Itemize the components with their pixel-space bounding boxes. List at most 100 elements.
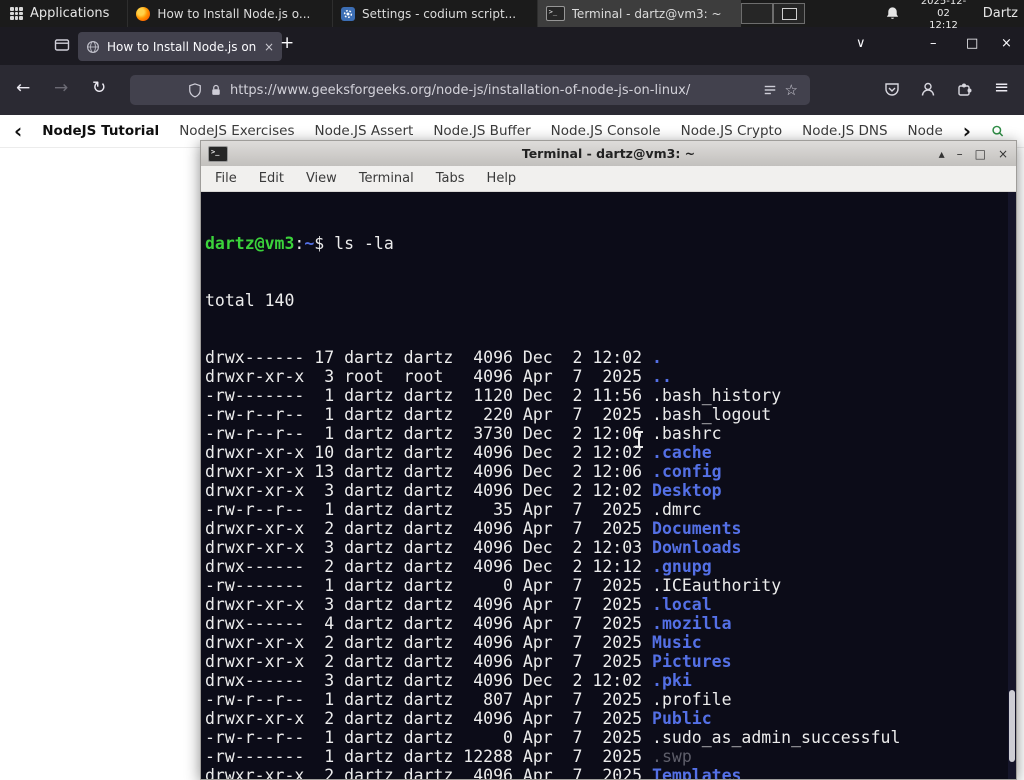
terminal-line: drwx------ 17 dartz dartz 4096 Dec 2 12:… xyxy=(205,348,1016,367)
firefox-view-icon xyxy=(54,39,70,51)
terminal-line: drwxr-xr-x 3 dartz dartz 4096 Apr 7 2025… xyxy=(205,595,1016,614)
file-meta: drwx------ 17 dartz dartz 4096 Dec 2 12:… xyxy=(205,348,653,367)
site-nav-item[interactable]: Node.JS Crypto xyxy=(681,123,782,139)
terminal-line: drwxr-xr-x 3 dartz dartz 4096 Dec 2 12:0… xyxy=(205,538,1016,557)
window-close-button[interactable]: × xyxy=(1001,36,1012,51)
terminal-screen[interactable]: dartz@vm3:~$ ls -la total 140 drwx------… xyxy=(201,192,1016,779)
terminal-line: -rw-r--r-- 1 dartz dartz 3730 Dec 2 12:0… xyxy=(205,424,1016,443)
file-name: .gnupg xyxy=(652,557,712,576)
browser-tab[interactable]: How to Install Node.js on × xyxy=(78,32,282,61)
terminal-shade-button[interactable]: ▴ xyxy=(939,147,945,161)
tab-close-button[interactable]: × xyxy=(264,40,274,54)
file-meta: drwxr-xr-x 3 dartz dartz 4096 Apr 7 2025 xyxy=(205,595,653,614)
site-nav-item[interactable]: Node.JS Buffer xyxy=(433,123,530,139)
file-meta: drwx------ 4 dartz dartz 4096 Apr 7 2025 xyxy=(205,614,653,633)
workspace-1[interactable] xyxy=(741,3,774,24)
bookmark-star-icon[interactable]: ☆ xyxy=(785,81,798,99)
file-name: .bash_logout xyxy=(652,405,772,424)
firefox-view-button[interactable] xyxy=(54,37,70,57)
terminal-menu-item[interactable]: Tabs xyxy=(436,171,465,186)
file-name: .bash_history xyxy=(652,386,782,405)
reader-mode-icon[interactable] xyxy=(763,83,777,97)
file-meta: -rw------- 1 dartz dartz 1120 Dec 2 11:5… xyxy=(205,386,653,405)
file-name: Pictures xyxy=(652,652,732,671)
terminal-total-line: total 140 xyxy=(205,291,295,310)
terminal-minimize-button[interactable]: – xyxy=(957,147,963,161)
site-nav-item[interactable]: Node.JS Console xyxy=(551,123,661,139)
terminal-line: drwx------ 2 dartz dartz 4096 Dec 2 12:1… xyxy=(205,557,1016,576)
file-name: .cache xyxy=(652,443,712,462)
terminal-menu-item[interactable]: File xyxy=(215,171,237,186)
chevron-right-icon[interactable]: › xyxy=(963,121,971,141)
terminal-scrollbar-thumb[interactable] xyxy=(1009,690,1015,762)
workspace-window-thumbnail xyxy=(782,8,798,20)
file-name: Downloads xyxy=(652,538,742,557)
panel-clock[interactable]: 2025-12-02 12:12 xyxy=(916,0,971,31)
terminal-line: -rw-r--r-- 1 dartz dartz 807 Apr 7 2025 … xyxy=(205,690,1016,709)
file-name: .bashrc xyxy=(652,424,722,443)
file-name: .. xyxy=(652,367,672,386)
workspace-switcher[interactable] xyxy=(741,3,806,24)
reload-button[interactable]: ↻ xyxy=(92,78,106,98)
url-text[interactable]: https://www.geeksforgeeks.org/node-js/in… xyxy=(230,83,755,98)
terminal-scrollbar[interactable] xyxy=(1008,192,1016,779)
site-nav-item[interactable]: Node.JS DNS xyxy=(802,123,887,139)
taskbar-button-settings[interactable]: Settings - codium script... xyxy=(332,0,537,27)
terminal-menu-item[interactable]: Edit xyxy=(259,171,284,186)
browser-tab-bar: How to Install Node.js on × + ∨ – □ × xyxy=(0,27,1024,65)
pocket-save-button[interactable] xyxy=(884,81,900,101)
file-name: .profile xyxy=(652,690,732,709)
app-menu-button[interactable]: ≡ xyxy=(994,77,1009,98)
notifications-button[interactable] xyxy=(885,0,900,27)
extensions-button[interactable] xyxy=(956,81,972,101)
taskbar-button-firefox[interactable]: How to Install Node.js o... xyxy=(127,0,332,27)
workspace-2[interactable] xyxy=(773,3,806,24)
terminal-menu-item[interactable]: Help xyxy=(487,171,517,186)
file-meta: drwxr-xr-x 3 root root 4096 Apr 7 2025 xyxy=(205,367,653,386)
new-tab-button[interactable]: + xyxy=(280,33,294,53)
back-button[interactable]: ← xyxy=(16,78,30,98)
account-button[interactable] xyxy=(920,81,936,101)
file-meta: -rw-r--r-- 1 dartz dartz 3730 Dec 2 12:0… xyxy=(205,424,653,443)
url-bar[interactable]: https://www.geeksforgeeks.org/node-js/in… xyxy=(130,75,810,105)
applications-label: Applications xyxy=(30,6,110,21)
panel-user-label: Dartz xyxy=(982,6,1019,21)
terminal-menu-item[interactable]: Terminal xyxy=(359,171,414,186)
file-meta: -rw------- 1 dartz dartz 12288 Apr 7 202… xyxy=(205,747,653,766)
prompt-command: $ ls -la xyxy=(314,234,394,253)
site-nav-item[interactable]: Node.JS Assert xyxy=(314,123,413,139)
site-nav-item[interactable]: NodeJS Exercises xyxy=(179,123,294,139)
file-name: Music xyxy=(652,633,702,652)
taskbar-button-terminal[interactable]: >_ Terminal - dartz@vm3: ~ xyxy=(536,0,742,27)
clock-time: 12:12 xyxy=(929,19,958,31)
lock-icon[interactable] xyxy=(210,83,222,97)
applications-menu-button[interactable]: Applications xyxy=(0,0,119,27)
pocket-icon xyxy=(885,83,899,96)
window-maximize-button[interactable]: □ xyxy=(966,36,978,51)
terminal-line: -rw-r--r-- 1 dartz dartz 0 Apr 7 2025 .s… xyxy=(205,728,1016,747)
terminal-window: >_ Terminal - dartz@vm3: ~ ▴ – □ × File E… xyxy=(200,140,1017,780)
window-minimize-button[interactable]: – xyxy=(930,36,937,51)
file-meta: drwx------ 3 dartz dartz 4096 Dec 2 12:0… xyxy=(205,671,653,690)
terminal-titlebar[interactable]: >_ Terminal - dartz@vm3: ~ ▴ – □ × xyxy=(201,141,1016,166)
site-nav-items: NodeJS Tutorial NodeJS Exercises Node.JS A… xyxy=(42,123,943,139)
site-nav-item[interactable]: Node xyxy=(908,123,943,139)
terminal-line: drwxr-xr-x 2 dartz dartz 4096 Apr 7 2025… xyxy=(205,519,1016,538)
terminal-line: drwxr-xr-x 3 dartz dartz 4096 Dec 2 12:0… xyxy=(205,481,1016,500)
file-name: .mozilla xyxy=(652,614,732,633)
file-meta: -rw-r--r-- 1 dartz dartz 0 Apr 7 2025 xyxy=(205,728,653,747)
terminal-close-button[interactable]: × xyxy=(998,147,1008,161)
file-meta: drwx------ 2 dartz dartz 4096 Dec 2 12:1… xyxy=(205,557,653,576)
prompt-path: ~ xyxy=(304,234,315,253)
search-icon[interactable] xyxy=(991,122,1004,140)
terminal-menu-item[interactable]: View xyxy=(306,171,337,186)
file-meta: drwxr-xr-x 3 dartz dartz 4096 Dec 2 12:0… xyxy=(205,538,653,557)
file-name: .sudo_as_admin_successful xyxy=(652,728,901,747)
terminal-maximize-button[interactable]: □ xyxy=(975,147,986,161)
list-all-tabs-button[interactable]: ∨ xyxy=(856,36,866,51)
chevron-left-icon[interactable]: ‹ xyxy=(14,121,22,141)
forward-button[interactable]: → xyxy=(54,78,68,98)
terminal-prompt-line: dartz@vm3:~$ ls -la xyxy=(205,234,1016,253)
site-nav-item[interactable]: NodeJS Tutorial xyxy=(42,123,159,139)
file-meta: -rw-r--r-- 1 dartz dartz 35 Apr 7 2025 xyxy=(205,500,653,519)
